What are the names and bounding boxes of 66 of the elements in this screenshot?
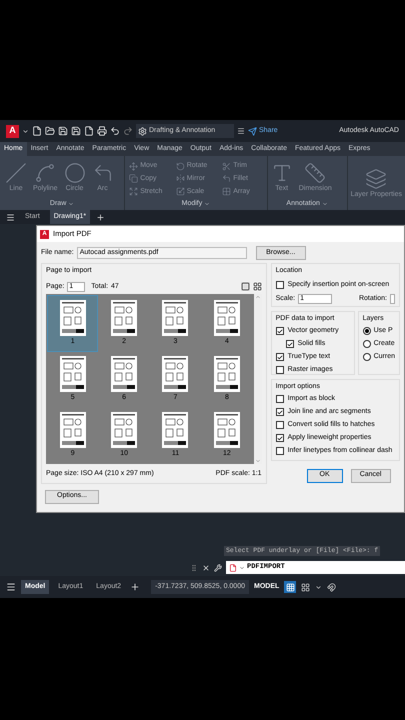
- menu-icon[interactable]: [237, 127, 245, 135]
- layers-icon: [365, 168, 388, 190]
- checkbox[interactable]: [286, 340, 294, 348]
- document-icon: [229, 564, 237, 572]
- ruler-icon: [304, 162, 326, 184]
- scissors-icon: [222, 162, 232, 171]
- gear-icon: [138, 126, 147, 136]
- page-thumbnail: [111, 356, 138, 392]
- caret-icon[interactable]: [315, 584, 322, 590]
- page-thumbnail: [214, 300, 240, 336]
- caret-icon[interactable]: [22, 128, 29, 134]
- checkbox[interactable]: [276, 421, 284, 429]
- page-thumbnail: [60, 356, 86, 392]
- radio-button[interactable]: [362, 340, 371, 348]
- checkbox[interactable]: [276, 434, 284, 442]
- page-thumbnail: [162, 300, 188, 336]
- circle-icon: [64, 162, 86, 184]
- grid-view-icon[interactable]: [252, 282, 262, 292]
- checkbox[interactable]: [276, 447, 284, 455]
- mirror-icon: [176, 174, 185, 184]
- polyline-icon: [34, 162, 56, 184]
- checkbox[interactable]: [276, 353, 284, 361]
- checkbox[interactable]: [276, 366, 284, 374]
- rotate-icon: [176, 162, 185, 171]
- app-logo[interactable]: A: [6, 124, 19, 138]
- page-thumbnail: [214, 412, 240, 448]
- menu-icon[interactable]: [6, 212, 15, 222]
- radio-button[interactable]: [362, 327, 371, 335]
- checkbox[interactable]: [276, 327, 284, 335]
- move-arrows-icon: [129, 162, 138, 171]
- new-file-icon[interactable]: [32, 126, 42, 136]
- snap-icon[interactable]: [301, 582, 310, 592]
- page-thumbnail: [60, 300, 86, 336]
- grid-icon: [222, 187, 232, 196]
- stretch-icon: [129, 187, 138, 196]
- scale-icon: [176, 187, 185, 196]
- copy-icon: [129, 174, 138, 184]
- wrench-icon[interactable]: [214, 564, 222, 572]
- grid-toggle[interactable]: [284, 581, 296, 593]
- send-icon: [248, 126, 257, 136]
- checkbox[interactable]: [276, 395, 284, 403]
- folder-icon[interactable]: [45, 126, 55, 136]
- close-icon[interactable]: [202, 564, 210, 572]
- menu-icon[interactable]: [6, 582, 16, 592]
- page-thumbnail: [214, 356, 240, 392]
- magnet-icon[interactable]: [327, 582, 336, 592]
- add-layout-icon[interactable]: [130, 582, 140, 592]
- single-view-icon[interactable]: [240, 282, 250, 292]
- undo-icon[interactable]: [110, 126, 120, 136]
- page-thumbnail: [111, 300, 138, 336]
- rotation-field[interactable]: [390, 294, 395, 304]
- line-icon: [5, 162, 27, 184]
- save-icon[interactable]: [58, 126, 68, 136]
- radio-button[interactable]: [362, 353, 371, 361]
- checkbox[interactable]: [276, 408, 284, 416]
- document-icon[interactable]: [84, 126, 94, 136]
- redo-icon[interactable]: [123, 126, 133, 136]
- new-tab-icon[interactable]: [96, 212, 106, 222]
- checkbox[interactable]: [276, 281, 284, 289]
- grip-icon[interactable]: [190, 562, 198, 572]
- page-thumbnail: [162, 356, 188, 392]
- printer-icon[interactable]: [97, 126, 107, 136]
- page-thumbnail: [162, 412, 188, 448]
- page-thumbnail: [111, 412, 138, 448]
- save-as-icon[interactable]: [71, 126, 81, 136]
- page-thumbnail: [60, 412, 86, 448]
